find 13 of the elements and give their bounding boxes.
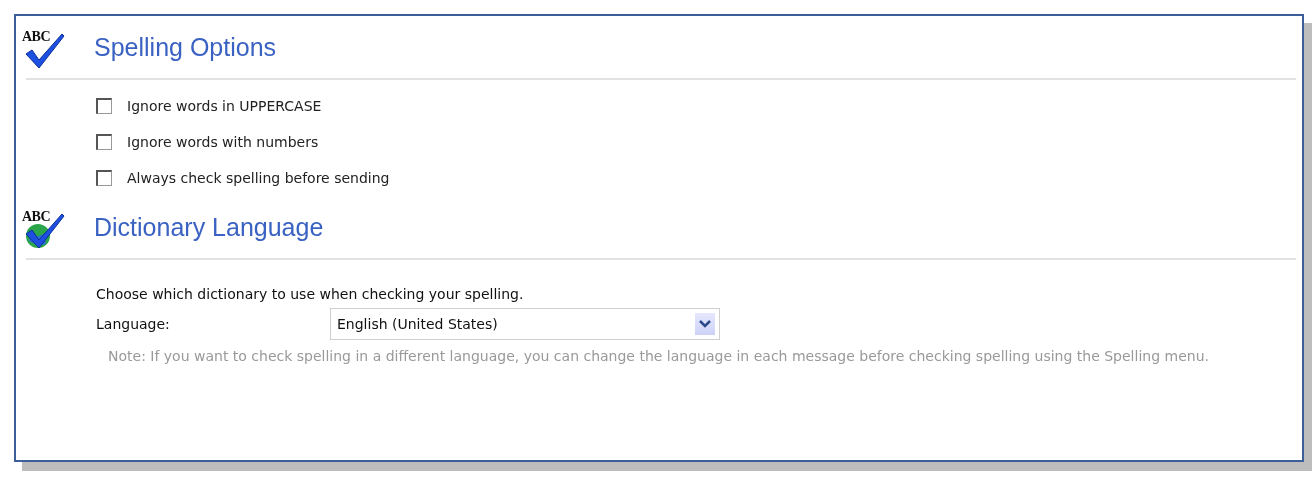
checkbox-label: Ignore words with numbers: [127, 134, 319, 150]
note-text: Note: If you want to check spelling in a different language, you can change the language in each message before checking spelling using the Spelling menu.: [108, 347, 1210, 366]
section-title: Dictionary Language: [94, 212, 324, 242]
checkbox-label: Always check spelling before sending: [127, 170, 390, 186]
checkbox[interactable]: [96, 170, 112, 186]
language-dropdown[interactable]: English (United States): [330, 308, 720, 340]
checkbox[interactable]: [96, 134, 112, 150]
checkbox-label: Ignore words in UPPERCASE: [127, 98, 322, 114]
chevron-down-icon: [699, 320, 711, 328]
language-label: Language:: [96, 316, 171, 332]
checkbox[interactable]: [96, 98, 112, 114]
section-title: Spelling Options: [94, 32, 277, 62]
description-text: Choose which dictionary to use when checking your spelling.: [96, 286, 525, 302]
